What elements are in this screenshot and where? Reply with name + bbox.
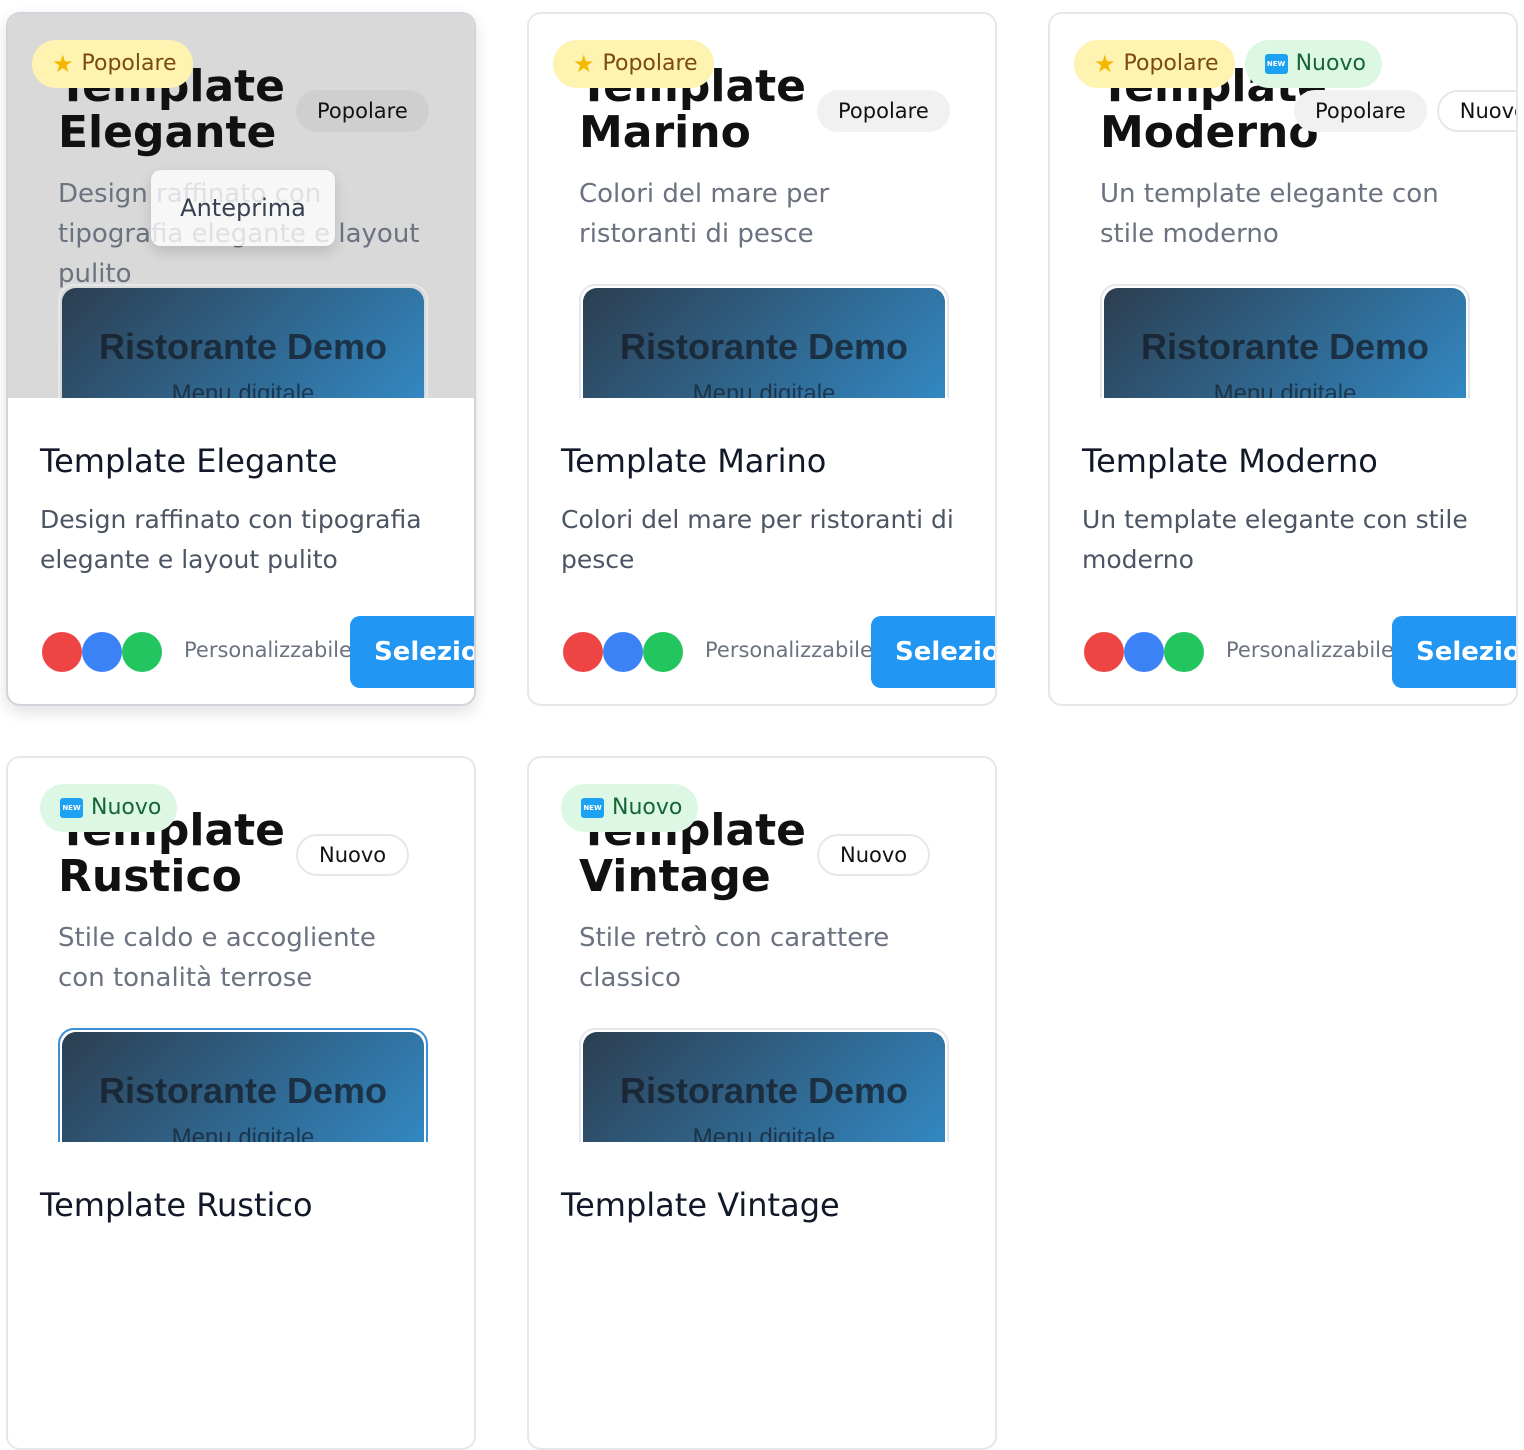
card-footer: Personalizzabile Selezion — [1084, 616, 1516, 688]
preview-demo-banner: Ristorante Demo Menu digitale — [579, 284, 949, 398]
preview-pills: Nuovo — [817, 834, 931, 876]
card-description: Un template elegante con stile moderno — [1082, 505, 1468, 574]
preview-pill-popular: Popolare — [817, 90, 950, 132]
preview-description: Stile retrò con carattere classico — [579, 923, 890, 993]
preview-pill-new: Nuovo — [296, 834, 410, 876]
select-button[interactable]: Selezion — [871, 616, 995, 688]
demo-subtitle: Menu digitale — [171, 1124, 315, 1142]
preview-description: Stile caldo e accogliente con tonalità t… — [58, 923, 376, 993]
template-card-vintage[interactable]: Template Vintage Nuovo Stile retrò con c… — [527, 756, 997, 1450]
preview-demo-banner: Ristorante Demo Menu digitale — [58, 1028, 428, 1142]
select-button[interactable]: Selezion — [1392, 616, 1516, 688]
badge-new-label: Nuovo — [91, 795, 162, 820]
template-preview[interactable]: Template Moderno Popolare Nuovo Un templ… — [1050, 14, 1516, 398]
preview-pill-new: Nuovo — [1436, 90, 1516, 132]
preview-pill-new: Nuovo — [817, 834, 931, 876]
template-card-moderno[interactable]: Template Moderno Popolare Nuovo Un templ… — [1048, 12, 1518, 706]
badge-popular: ★ Popolare — [553, 40, 714, 88]
badge-group: NEW Nuovo — [40, 784, 178, 832]
preview-demo-banner: Ristorante Demo Menu digitale — [579, 1028, 949, 1142]
demo-subtitle: Menu digitale — [692, 380, 836, 398]
color-swatch-blue — [82, 632, 122, 672]
demo-title: Ristorante Demo — [619, 1070, 909, 1111]
preview-description: Un template elegante con stile moderno — [1100, 179, 1439, 249]
demo-subtitle: Menu digitale — [171, 380, 315, 398]
color-swatch-green — [1164, 632, 1204, 672]
color-swatch-red — [1084, 632, 1124, 672]
demo-subtitle: Menu digitale — [692, 1124, 836, 1142]
badge-group: ★ Popolare NEW Nuovo — [1074, 40, 1382, 88]
color-swatch-green — [643, 632, 683, 672]
preview-pill-popular: Popolare — [1294, 90, 1427, 132]
demo-title: Ristorante Demo — [98, 1070, 388, 1111]
badge-group: ★ Popolare — [553, 40, 714, 88]
customizable-label: Personalizzabile — [184, 638, 352, 662]
badge-group: ★ Popolare — [32, 40, 193, 88]
preview-demo-banner: Ristorante Demo Menu digitale — [58, 284, 428, 398]
card-description: Colori del mare per ristoranti di pesce — [561, 505, 954, 574]
preview-button[interactable]: Anteprima — [151, 170, 335, 246]
template-card-elegante[interactable]: Template Elegante Popolare Design raffin… — [6, 12, 476, 706]
select-button[interactable]: Selezion — [350, 616, 474, 688]
template-card-marino[interactable]: Template Marino Popolare Colori del mare… — [527, 12, 997, 706]
badge-new: NEW Nuovo — [1244, 40, 1382, 88]
badge-new: NEW Nuovo — [40, 784, 178, 832]
card-title: Template Rustico — [40, 1186, 313, 1224]
preview-demo-banner: Ristorante Demo Menu digitale — [1100, 284, 1470, 398]
card-footer: Personalizzabile Selezion — [42, 616, 474, 688]
card-title: Template Moderno — [1082, 442, 1378, 480]
template-preview[interactable]: Template Marino Popolare Colori del mare… — [529, 14, 995, 398]
preview-pills: Popolare — [817, 90, 950, 132]
customizable-label: Personalizzabile — [705, 638, 873, 662]
preview-pills: Popolare — [296, 90, 429, 132]
star-icon: ★ — [52, 50, 74, 78]
badge-popular-label: Popolare — [81, 51, 177, 76]
customizable-label: Personalizzabile — [1226, 638, 1394, 662]
card-description: Design raffinato con tipografia elegante… — [40, 505, 422, 574]
color-swatch-red — [563, 632, 603, 672]
template-preview[interactable]: Template Elegante Popolare Design raffin… — [8, 14, 474, 398]
demo-subtitle: Menu digitale — [1213, 380, 1357, 398]
new-icon: NEW — [1264, 54, 1288, 74]
demo-title: Ristorante Demo — [98, 326, 388, 367]
preview-pills: Popolare Nuovo — [1294, 90, 1516, 132]
badge-popular: ★ Popolare — [32, 40, 193, 88]
badge-new-label: Nuovo — [612, 795, 683, 820]
preview-pills: Nuovo — [296, 834, 410, 876]
badge-group: NEW Nuovo — [561, 784, 699, 832]
demo-title: Ristorante Demo — [1140, 326, 1430, 367]
preview-description: Colori del mare per ristoranti di pesce — [579, 179, 830, 249]
badge-popular-label: Popolare — [1123, 51, 1219, 76]
card-footer: Personalizzabile Selezion — [563, 616, 995, 688]
template-preview[interactable]: Template Rustico Nuovo Stile caldo e acc… — [8, 758, 474, 1142]
color-swatch-blue — [1124, 632, 1164, 672]
template-card-rustico[interactable]: Template Rustico Nuovo Stile caldo e acc… — [6, 756, 476, 1450]
badge-new: NEW Nuovo — [561, 784, 699, 832]
card-title: Template Elegante — [40, 442, 338, 480]
new-icon: NEW — [581, 798, 604, 818]
star-icon: ★ — [1094, 50, 1116, 78]
preview-pill-popular: Popolare — [296, 90, 429, 132]
card-title: Template Marino — [561, 442, 827, 480]
badge-new-label: Nuovo — [1295, 51, 1366, 76]
demo-title: Ristorante Demo — [619, 326, 909, 367]
star-icon: ★ — [573, 50, 595, 78]
color-swatch-green — [122, 632, 162, 672]
badge-popular-label: Popolare — [602, 51, 698, 76]
badge-popular: ★ Popolare — [1074, 40, 1235, 88]
color-swatch-red — [42, 632, 82, 672]
card-title: Template Vintage — [561, 1186, 840, 1224]
color-swatch-blue — [603, 632, 643, 672]
template-preview[interactable]: Template Vintage Nuovo Stile retrò con c… — [529, 758, 995, 1142]
new-icon: NEW — [60, 798, 83, 818]
